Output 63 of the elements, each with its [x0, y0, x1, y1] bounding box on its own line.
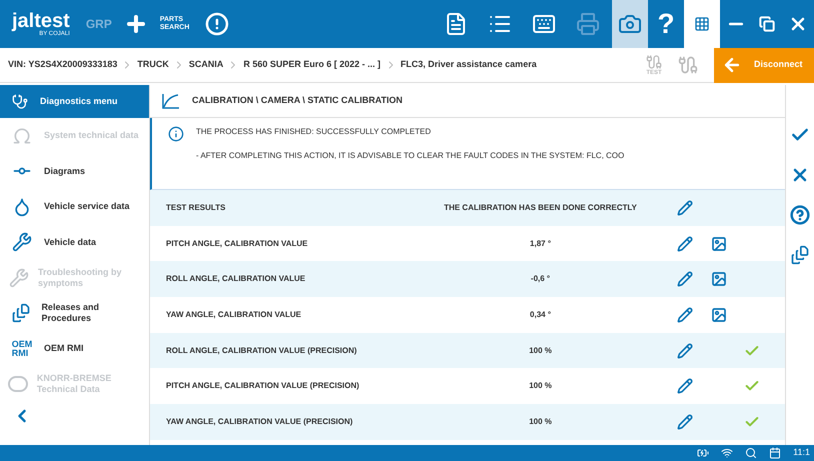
document-view-icon[interactable]: [444, 12, 468, 36]
sidebar-item[interactable]: Releases and Procedures: [41, 302, 141, 324]
arrow-left-icon: [722, 55, 742, 75]
pencil-icon[interactable]: [677, 236, 694, 252]
sidebar-item[interactable]: OEM RMI: [44, 343, 84, 354]
section-path: CALIBRATION \ CAMERA \ STATIC CALIBRATION: [192, 94, 402, 108]
pencil-icon[interactable]: [677, 342, 694, 359]
result-value: 1,87 °: [528, 238, 552, 250]
result-name: PITCH ANGLE, CALIBRATION VALUE (PRECISION): [166, 380, 360, 392]
result-value: 100 %: [528, 416, 553, 428]
sidebar-item[interactable]: Vehicle service data: [44, 201, 130, 212]
calendar-icon[interactable]: [769, 447, 782, 459]
alert-icon[interactable]: [205, 12, 230, 36]
result-name: ROLL ANGLE, CALIBRATION VALUE (PRECISION): [166, 344, 358, 357]
wrench-icon: [12, 232, 32, 252]
result-name: PITCH ANGLE, CALIBRATION VALUE: [166, 238, 309, 250]
clock-time: 11:1: [793, 446, 810, 460]
result-name: YAW ANGLE, CALIBRATION VALUE: [166, 308, 302, 321]
breadcrumb-item[interactable]: FLC3, Driver assistance camera: [400, 58, 537, 72]
oem-rmi-logo: OEM RMI: [12, 340, 32, 358]
pencil-icon[interactable]: [677, 200, 694, 216]
apps-button[interactable]: [684, 0, 720, 48]
grid-icon: [694, 16, 710, 32]
result-name: ROLL ANGLE, CALIBRATION VALUE: [166, 273, 306, 286]
result-value: THE CALIBRATION HAS BEEN DONE CORRECTLY: [442, 202, 638, 214]
info-icon: [168, 126, 184, 142]
sidebar-header[interactable]: Diagnostics menu: [0, 85, 149, 118]
wrench-icon: [9, 268, 29, 288]
pencil-icon[interactable]: [677, 306, 694, 323]
search-icon[interactable]: [745, 447, 758, 459]
image-icon[interactable]: [710, 271, 727, 288]
image-icon[interactable]: [710, 236, 727, 252]
sidebar-item[interactable]: Diagrams: [44, 166, 86, 177]
restore-icon[interactable]: [758, 16, 775, 32]
breadcrumb-item[interactable]: TRUCK: [137, 58, 169, 72]
battery-icon: [697, 447, 710, 459]
info-message: THE PROCESS HAS FINISHED: SUCCESSFULLY COMPLETED: [196, 126, 432, 138]
omega-icon: [12, 126, 32, 146]
pencil-icon[interactable]: [677, 378, 694, 394]
help-button[interactable]: ?: [648, 3, 684, 45]
image-icon[interactable]: [710, 306, 727, 323]
help-icon[interactable]: [790, 205, 810, 225]
pencil-icon[interactable]: [677, 414, 694, 430]
result-name: TEST RESULTS: [166, 202, 226, 214]
breadcrumb-item[interactable]: SCANIA: [188, 58, 224, 72]
breadcrumb-item[interactable]: VIN: YS2S4X20009333183: [8, 58, 118, 72]
breadcrumb-item[interactable]: R 560 SUPER Euro 6 [ 2022 - ... ]: [243, 58, 380, 72]
result-name: YAW ANGLE, CALIBRATION VALUE (PRECISION): [166, 416, 354, 428]
info-message: - AFTER COMPLETING THIS ACTION, IT IS ADVISABLE TO CLEAR THE FAULT CODES IN THE SYSTEM: FLC, COO: [196, 150, 624, 162]
document-icon: [10, 303, 31, 324]
result-value: -0,6 °: [530, 273, 552, 286]
sidebar-item[interactable]: Vehicle data: [44, 236, 96, 248]
document-icon[interactable]: [790, 245, 810, 265]
stethoscope-icon: [12, 94, 28, 110]
logo: jaltest: [12, 11, 70, 31]
result-value: 100 %: [528, 344, 553, 357]
result-value: 0,34 °: [528, 308, 552, 321]
pencil-icon[interactable]: [677, 271, 694, 288]
result-value: 100 %: [528, 380, 553, 392]
camera-icon: [618, 12, 642, 36]
keyboard-icon[interactable]: [532, 12, 556, 36]
camera-button[interactable]: [612, 0, 648, 48]
curve-chart-icon: [162, 93, 180, 109]
